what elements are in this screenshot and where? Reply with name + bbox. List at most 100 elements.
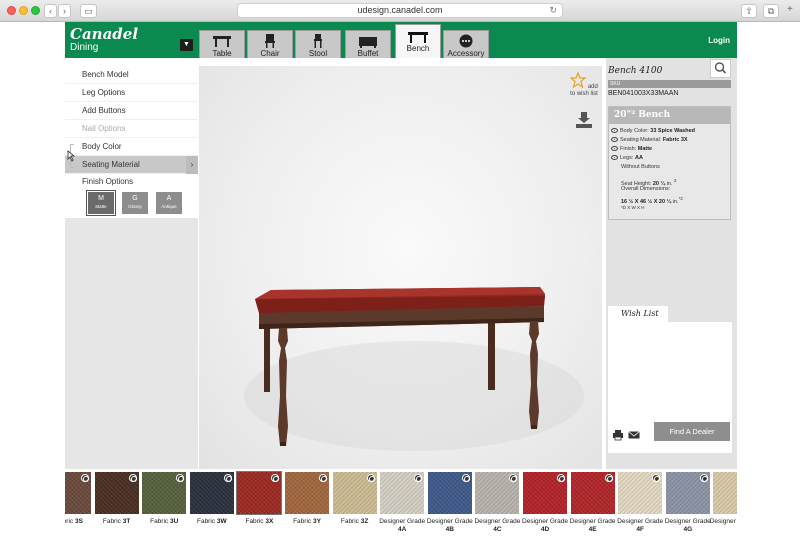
print-icon[interactable] — [612, 429, 624, 441]
zoom-icon[interactable] — [319, 474, 327, 482]
finish-options-title: Finish Options — [82, 177, 134, 186]
swatch-label: Fabric 3Y — [281, 518, 333, 526]
fabric-swatch[interactable]: Designer Grade 4A — [379, 472, 425, 538]
option-leg-options[interactable]: Leg Options — [65, 84, 198, 102]
swatch-label-prefix: Designer Grade — [569, 518, 616, 525]
new-tab-icon[interactable]: + — [787, 4, 793, 15]
option-label: Seating Material — [82, 160, 140, 169]
finish-matte-button[interactable]: M Matte — [86, 190, 116, 216]
download-icon[interactable] — [575, 111, 593, 129]
swatch-label-prefix: Designer Grade — [474, 518, 521, 525]
forward-button[interactable]: › — [58, 4, 71, 18]
options-list: Bench Model Leg Options Add Buttons Nail… — [65, 66, 198, 218]
swatch-label-prefix: Fabric — [245, 518, 264, 525]
login-link[interactable]: Login — [708, 36, 730, 45]
spec-seat-height: Seat Height: 20 ¼ in. 2 — [621, 178, 677, 187]
swatch-label-code: 3Y — [312, 518, 321, 525]
eye-icon[interactable] — [611, 128, 618, 133]
tab-label: Bench — [406, 44, 430, 53]
fabric-swatch[interactable]: Designer Grade 4 — [710, 472, 737, 538]
zoom-icon[interactable] — [652, 474, 661, 482]
option-seating-material[interactable]: Seating Material › — [65, 156, 198, 174]
zoom-icon[interactable] — [176, 474, 185, 482]
fabric-swatch[interactable]: Designer Grade 4C — [474, 472, 521, 538]
spec-title: 20"² Bench — [609, 107, 730, 124]
top-navigation-bar: Canadel Dining ▼ Table Chair Stool Buffe… — [65, 22, 737, 58]
finish-antique-button[interactable]: A Antique — [156, 192, 182, 214]
eye-icon[interactable] — [611, 137, 618, 142]
fabric-swatch[interactable]: Fabric 3Y — [285, 472, 329, 538]
tab-table[interactable]: Table — [199, 30, 245, 58]
tab-buffet[interactable]: Buffet — [345, 30, 391, 58]
swatch-label-prefix: Designer Grade — [426, 518, 473, 525]
zoom-icon[interactable] — [271, 474, 280, 482]
bench-icon — [408, 32, 428, 43]
swatch-label: Designer Grade 4G — [662, 518, 714, 534]
share-icon[interactable]: ⇧ — [741, 4, 757, 18]
zoom-icon[interactable] — [699, 474, 708, 482]
tab-chair[interactable]: Chair — [247, 30, 293, 58]
back-button[interactable]: ‹ — [44, 4, 57, 18]
spec-finish: Finish: Matte — [609, 145, 730, 154]
search-icon — [714, 62, 727, 74]
eye-icon[interactable] — [611, 155, 618, 160]
zoom-icon[interactable] — [414, 474, 423, 482]
close-window-button[interactable] — [7, 6, 16, 15]
reload-icon[interactable]: ↻ — [549, 4, 557, 17]
finish-letter: A — [166, 195, 172, 202]
swatch-label-code: 3W — [216, 518, 227, 525]
fabric-swatch[interactable]: Designer Grade 4B — [426, 472, 473, 538]
zoom-icon[interactable] — [461, 474, 470, 482]
section-dropdown-button[interactable]: ▼ — [180, 39, 193, 51]
fabric-swatch[interactable]: Fabric 3W — [189, 472, 234, 538]
swatch-label: Designer Grade 4 — [709, 518, 737, 526]
fabric-swatch[interactable]: Fabric 3U — [142, 472, 187, 538]
table-icon — [213, 36, 231, 47]
zoom-icon[interactable] — [81, 474, 89, 482]
option-body-color[interactable]: Body Color — [65, 138, 198, 156]
swatch-label: Designer Grade 4E — [567, 518, 619, 534]
fabric-swatch[interactable]: Fabric 3T — [94, 472, 139, 538]
tab-stool[interactable]: Stool — [295, 30, 341, 58]
zoom-icon[interactable] — [223, 474, 232, 482]
fabric-swatch[interactable]: Fabric 3Z — [332, 472, 377, 538]
finish-name: Glossy — [128, 204, 142, 209]
minimize-window-button[interactable] — [19, 6, 28, 15]
fabric-swatch[interactable]: Designer Grade 4G — [665, 472, 711, 538]
find-dealer-button[interactable]: Find A Dealer — [654, 422, 730, 441]
wishlist-tab[interactable]: Wish List — [608, 306, 668, 322]
product-viewer[interactable]: add to wish list — [199, 66, 602, 471]
zoom-icon[interactable] — [604, 474, 613, 482]
product-info-panel: Bench 4100 SKU BEN041003X33MAAN 20"² Ben… — [606, 58, 737, 540]
tabs-overview-icon[interactable]: ⧉ — [763, 4, 779, 18]
option-add-buttons[interactable]: Add Buttons — [65, 102, 198, 120]
fabric-swatch[interactable]: Designer Grade 4E — [570, 472, 616, 538]
zoom-icon[interactable] — [366, 474, 375, 482]
sidebar-toggle-icon[interactable]: ▭ — [80, 4, 97, 18]
fabric-swatch[interactable]: Designer Grade 4F — [617, 472, 663, 538]
tab-accessory[interactable]: Accessory — [443, 30, 489, 58]
option-bench-model[interactable]: Bench Model — [65, 66, 198, 84]
zoom-icon[interactable] — [509, 474, 518, 482]
zoom-icon[interactable] — [128, 474, 137, 482]
zoom-window-button[interactable] — [31, 6, 40, 15]
mail-icon[interactable] — [628, 429, 640, 441]
search-button[interactable] — [710, 59, 731, 78]
tab-bench[interactable]: Bench — [395, 24, 441, 58]
brand-logo: Canadel — [70, 25, 139, 43]
swatch-strip[interactable]: Fabric 3SFabric 3TFabric 3UFabric 3WFabr… — [65, 469, 737, 540]
add-to-wishlist-button[interactable]: add to wish list — [569, 71, 598, 98]
url-text: udesign.canadel.com — [357, 5, 443, 15]
swatch-image — [713, 472, 737, 514]
eye-icon[interactable] — [611, 146, 618, 151]
fabric-swatch[interactable]: Fabric 3S — [65, 472, 91, 538]
address-bar[interactable]: udesign.canadel.com ↻ — [237, 3, 563, 18]
finish-glossy-button[interactable]: G Glossy — [122, 192, 148, 214]
spec-body-color: Body Color: 33 Spice Washed — [609, 127, 730, 136]
fabric-swatch[interactable]: Fabric 3X — [236, 471, 283, 538]
tab-label: Chair — [260, 49, 280, 58]
finish-letter: M — [98, 195, 104, 202]
fabric-swatch[interactable]: Designer Grade 4D — [522, 472, 568, 538]
options-panel: Bench Model Leg Options Add Buttons Nail… — [65, 66, 198, 503]
zoom-icon[interactable] — [557, 474, 565, 482]
